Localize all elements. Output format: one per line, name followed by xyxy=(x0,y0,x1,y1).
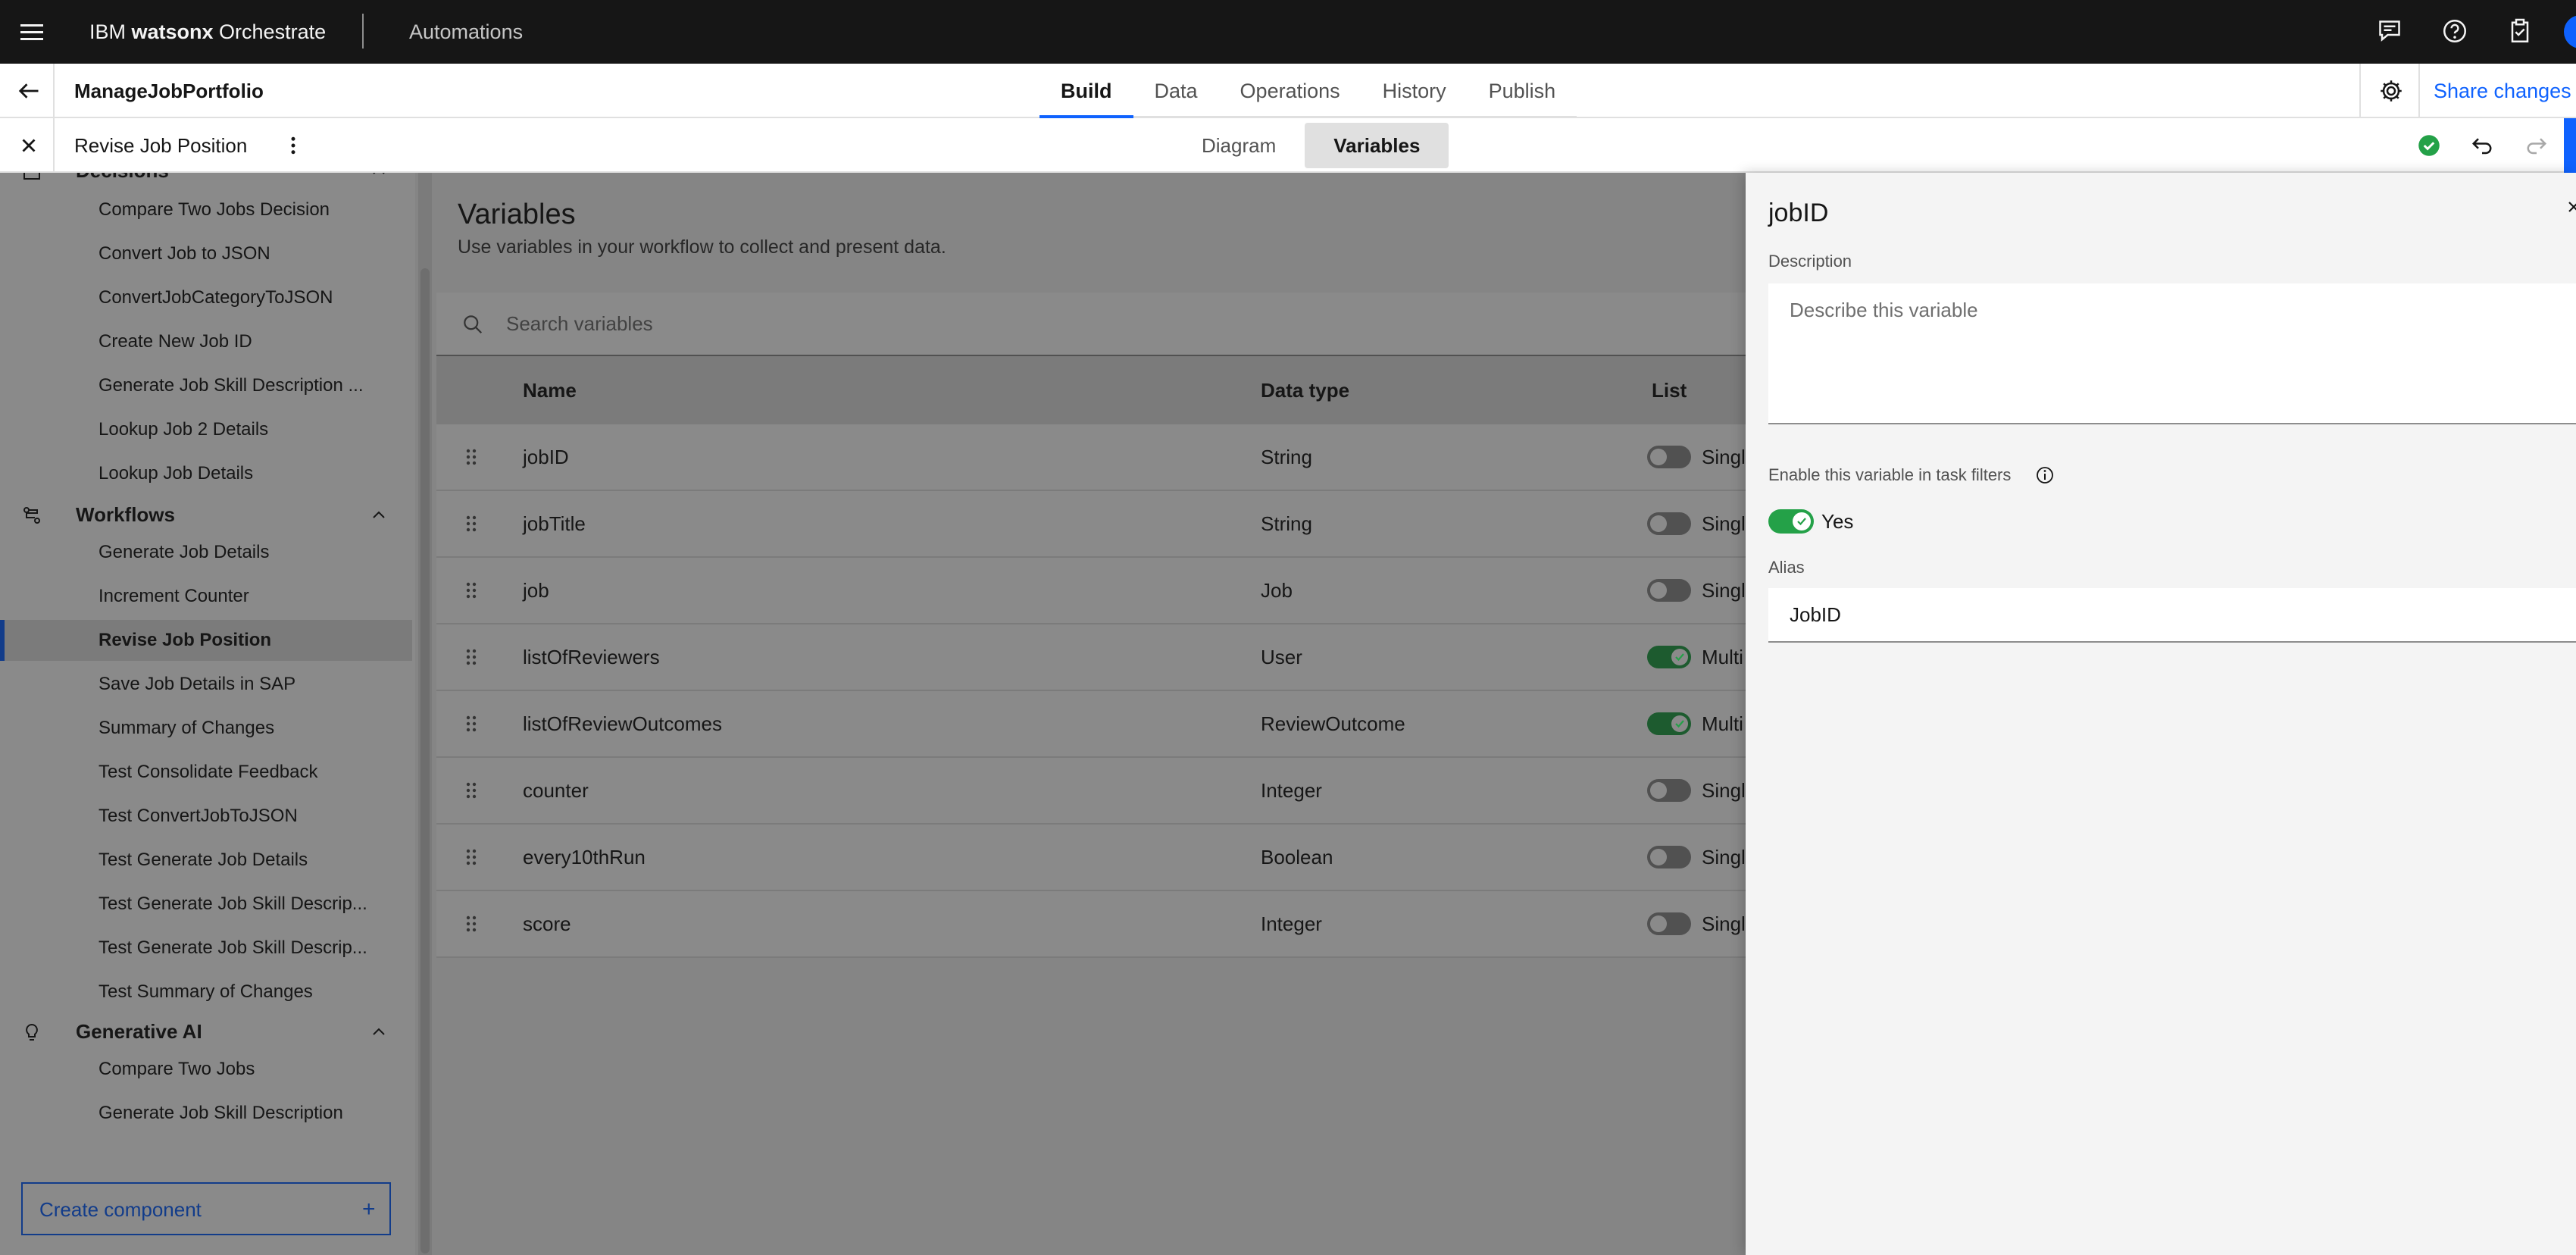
breadcrumb-automations[interactable]: Automations xyxy=(409,18,523,45)
description-field[interactable] xyxy=(1768,283,2576,424)
clipboard-icon[interactable] xyxy=(2505,16,2535,46)
tab-history[interactable]: History xyxy=(1361,64,1468,118)
brand-suffix: Orchestrate xyxy=(213,20,327,43)
tab-data[interactable]: Data xyxy=(1133,64,1219,118)
checkmark-icon xyxy=(1675,653,1684,662)
top-bar: IBM watsonx Orchestrate Automations xyxy=(0,0,2576,64)
product-name[interactable]: IBM watsonx Orchestrate xyxy=(89,18,326,45)
close-icon[interactable] xyxy=(2562,196,2576,218)
enable-filter-toggle[interactable] xyxy=(1768,509,1814,534)
back-arrow-icon[interactable] xyxy=(14,76,44,106)
settings-button[interactable] xyxy=(2359,64,2420,118)
project-header: ManageJobPortfolio Build Data Operations… xyxy=(0,64,2576,118)
gear-icon xyxy=(2381,80,2402,102)
divider xyxy=(53,118,55,173)
panel-edge xyxy=(2564,118,2576,173)
tab-diagram[interactable]: Diagram xyxy=(1173,123,1305,168)
avatar[interactable] xyxy=(2564,15,2576,49)
checkmark-icon xyxy=(1797,518,1806,526)
panel-title: jobID xyxy=(1768,199,1829,227)
checkmark-filled-icon xyxy=(2418,135,2440,156)
alias-label: Alias xyxy=(1768,558,1805,577)
share-changes-button[interactable]: Share changes xyxy=(2434,77,2571,105)
enable-filter-value: Yes xyxy=(1821,510,1854,533)
checkmark-icon xyxy=(1675,720,1684,728)
tab-publish[interactable]: Publish xyxy=(1467,64,1577,118)
modal-overlay[interactable] xyxy=(0,173,1746,1255)
chat-icon[interactable] xyxy=(2374,16,2405,46)
undo-icon[interactable] xyxy=(2467,130,2497,161)
divider xyxy=(362,14,364,49)
workflow-title: Revise Job Position xyxy=(74,134,248,157)
close-icon[interactable] xyxy=(14,130,44,161)
variable-details-panel: jobID Description Enable this variable i… xyxy=(1746,173,2576,1255)
redo-icon[interactable] xyxy=(2521,130,2552,161)
brand-prefix: IBM xyxy=(89,20,132,43)
alias-input[interactable] xyxy=(1768,588,2576,643)
description-label: Description xyxy=(1768,252,1852,271)
project-name: ManageJobPortfolio xyxy=(74,80,264,102)
tab-operations[interactable]: Operations xyxy=(1218,64,1361,118)
workflow-header: Revise Job Position Diagram Variables xyxy=(0,118,2576,173)
overflow-menu-icon[interactable] xyxy=(282,130,305,161)
brand-bold: watsonx xyxy=(131,20,214,43)
menu-icon[interactable] xyxy=(18,18,45,45)
help-icon[interactable] xyxy=(2440,16,2470,46)
tab-variables[interactable]: Variables xyxy=(1305,123,1449,168)
divider xyxy=(53,64,55,118)
view-switcher: Diagram Variables xyxy=(1173,123,1449,168)
project-tabs: Build Data Operations History Publish xyxy=(1039,64,1577,118)
tab-build[interactable]: Build xyxy=(1039,64,1133,118)
enable-filter-label: Enable this variable in task filters xyxy=(1768,465,2012,484)
info-icon[interactable] xyxy=(2034,464,2056,487)
